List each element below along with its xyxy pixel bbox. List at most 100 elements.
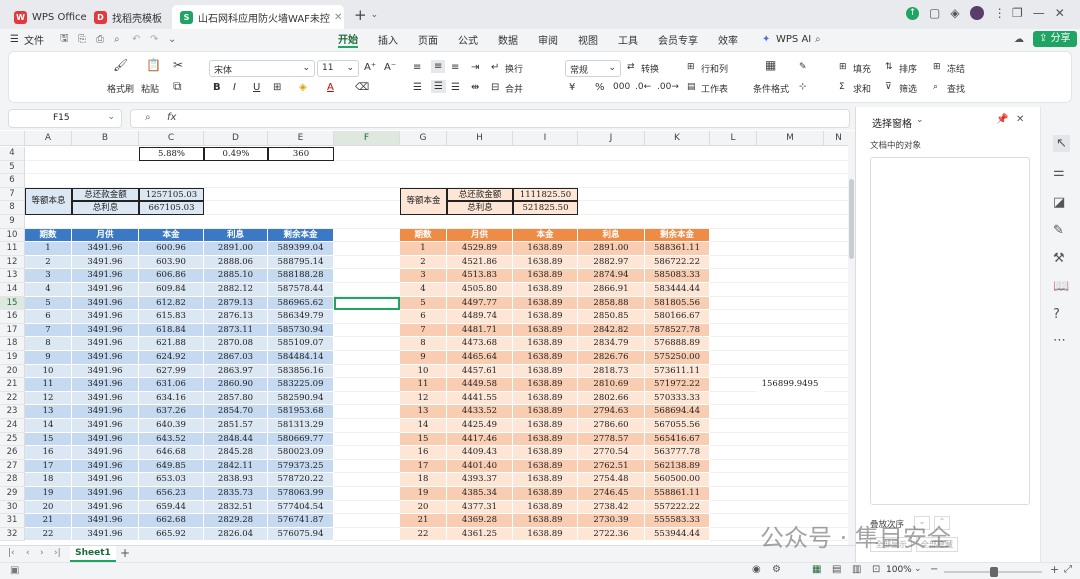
prev-sheet-icon[interactable]: ‹: [26, 548, 30, 558]
left-table-cell[interactable]: 581953.68: [268, 405, 334, 419]
right-table-cell[interactable]: 4457.61: [447, 364, 513, 379]
more-options-icon[interactable]: ⋯: [1053, 333, 1066, 348]
right-table-cell[interactable]: 573611.11: [645, 364, 710, 379]
right-table-cell[interactable]: 4465.64: [447, 351, 513, 365]
left-table-cell[interactable]: 3491.96: [72, 310, 139, 324]
right-table-cell[interactable]: 562138.89: [645, 459, 710, 474]
right-table-cell[interactable]: 11: [400, 378, 447, 392]
right-table-header[interactable]: 期数: [400, 228, 447, 243]
left-table-header[interactable]: 期数: [25, 228, 72, 243]
left-table-cell[interactable]: 2854.70: [204, 405, 268, 419]
right-table-cell[interactable]: 1638.89: [513, 323, 578, 338]
search-icon[interactable]: ⌕: [815, 34, 821, 45]
left-table-cell[interactable]: 5: [25, 296, 72, 311]
right-table-cell[interactable]: 2778.57: [578, 432, 645, 447]
zoom-chevron-icon[interactable]: ⌄: [914, 564, 922, 574]
first-sheet-icon[interactable]: |‹: [8, 548, 15, 558]
hamburger-icon[interactable]: ☰: [10, 34, 19, 45]
merge-button[interactable]: 合并: [505, 82, 523, 95]
right-table-cell[interactable]: 2882.97: [578, 255, 645, 270]
left-table-cell[interactable]: 2848.44: [204, 432, 268, 447]
conditional-format-button[interactable]: 条件格式: [753, 82, 789, 95]
left-table-cell[interactable]: 2876.13: [204, 310, 268, 324]
worksheet-button[interactable]: 工作表: [701, 82, 728, 95]
column-header-a[interactable]: A: [25, 131, 72, 146]
left-table-cell[interactable]: 576075.94: [268, 527, 334, 542]
bold-icon[interactable]: B: [213, 82, 221, 93]
row-header-15[interactable]: 15: [0, 296, 25, 311]
column-header-j[interactable]: J: [578, 131, 645, 146]
left-table-cell[interactable]: 2860.90: [204, 378, 268, 392]
right-table-cell[interactable]: 2722.36: [578, 527, 645, 542]
right-table-cell[interactable]: 580166.67: [645, 310, 710, 324]
left-table-cell[interactable]: 2882.12: [204, 283, 268, 297]
zoom-in-icon[interactable]: +: [1050, 563, 1059, 576]
left-table-cell[interactable]: 22: [25, 527, 72, 542]
left-table-cell[interactable]: 588188.28: [268, 269, 334, 283]
right-table-cell[interactable]: 1638.89: [513, 405, 578, 419]
preview-icon[interactable]: ⌕: [114, 34, 120, 45]
right-table-cell[interactable]: 12: [400, 391, 447, 406]
right-table-cell[interactable]: 576888.89: [645, 337, 710, 351]
currency-icon[interactable]: ¥: [569, 82, 575, 93]
left-table-cell[interactable]: 2: [25, 255, 72, 270]
left-table-cell[interactable]: 640.39: [139, 419, 204, 433]
right-table-header[interactable]: 月供: [447, 228, 513, 243]
right-table-cell[interactable]: 1638.89: [513, 283, 578, 297]
menu-tab-page[interactable]: 页面: [418, 32, 438, 47]
left-table-cell[interactable]: 634.16: [139, 391, 204, 406]
right-table-cell[interactable]: 578527.78: [645, 323, 710, 338]
left-table-cell[interactable]: 3491.96: [72, 283, 139, 297]
left-table-cell[interactable]: 2851.57: [204, 419, 268, 433]
right-table-cell[interactable]: 4529.89: [447, 242, 513, 256]
left-table-cell[interactable]: 3: [25, 269, 72, 283]
left-table-cell[interactable]: 582590.94: [268, 391, 334, 406]
paste-button[interactable]: 粘贴: [141, 82, 159, 95]
right-table-cell[interactable]: 9: [400, 351, 447, 365]
select-all-corner[interactable]: [0, 131, 25, 146]
right-table-cell[interactable]: 1638.89: [513, 269, 578, 283]
left-table-cell[interactable]: 18: [25, 473, 72, 487]
row-header-28[interactable]: 28: [0, 473, 25, 487]
right-table-cell[interactable]: 2754.48: [578, 473, 645, 487]
left-table-cell[interactable]: 2845.28: [204, 446, 268, 460]
eye-protection-icon[interactable]: ◉: [752, 564, 761, 575]
tools-icon[interactable]: ⚒: [1053, 251, 1065, 266]
zoom-slider-thumb[interactable]: [990, 567, 998, 577]
right-table-cell[interactable]: 553944.44: [645, 527, 710, 542]
right-table-cell[interactable]: 4409.43: [447, 446, 513, 460]
export-icon[interactable]: ⎘: [78, 34, 86, 45]
close-tab-icon[interactable]: ✕: [334, 12, 342, 23]
menu-tab-insert[interactable]: 插入: [378, 32, 398, 47]
left-table-cell[interactable]: 7: [25, 323, 72, 338]
row-header-10[interactable]: 10: [0, 228, 25, 243]
left-table-cell[interactable]: 2885.10: [204, 269, 268, 283]
cell-c4[interactable]: 5.88%: [139, 147, 204, 161]
left-table-cell[interactable]: 2829.28: [204, 514, 268, 528]
adjust-icon[interactable]: ⚌: [1053, 165, 1065, 180]
right-table-cell[interactable]: 1638.89: [513, 459, 578, 474]
right-table-cell[interactable]: 2891.00: [578, 242, 645, 256]
left-table-cell[interactable]: 653.03: [139, 473, 204, 487]
left-table-cell[interactable]: 10: [25, 364, 72, 379]
left-table-cell[interactable]: 580669.77: [268, 432, 334, 447]
cloud-icon[interactable]: ☁: [1014, 34, 1024, 45]
left-summary-total-payment-value[interactable]: 1257105.03: [139, 187, 204, 202]
left-summary-total-payment-label[interactable]: 总还款金额: [72, 187, 139, 202]
freeze-button[interactable]: 冻结: [947, 62, 965, 75]
left-table-cell[interactable]: 20: [25, 500, 72, 515]
right-table-cell[interactable]: 1638.89: [513, 255, 578, 270]
help-icon[interactable]: ?: [1053, 307, 1060, 322]
left-summary-label[interactable]: 等额本息: [25, 187, 72, 215]
menu-tab-review[interactable]: 审阅: [538, 32, 558, 47]
left-summary-total-interest-value[interactable]: 667105.03: [139, 201, 204, 215]
last-sheet-icon[interactable]: ›|: [54, 548, 61, 558]
copy-icon[interactable]: ⧉: [173, 79, 182, 94]
zoom-out-icon[interactable]: −: [930, 564, 938, 575]
right-table-cell[interactable]: 575250.00: [645, 351, 710, 365]
right-table-cell[interactable]: 2770.54: [578, 446, 645, 460]
right-table-cell[interactable]: 8: [400, 337, 447, 351]
right-table-cell[interactable]: 1638.89: [513, 487, 578, 501]
right-table-cell[interactable]: 4: [400, 283, 447, 297]
column-header-c[interactable]: C: [139, 131, 204, 146]
